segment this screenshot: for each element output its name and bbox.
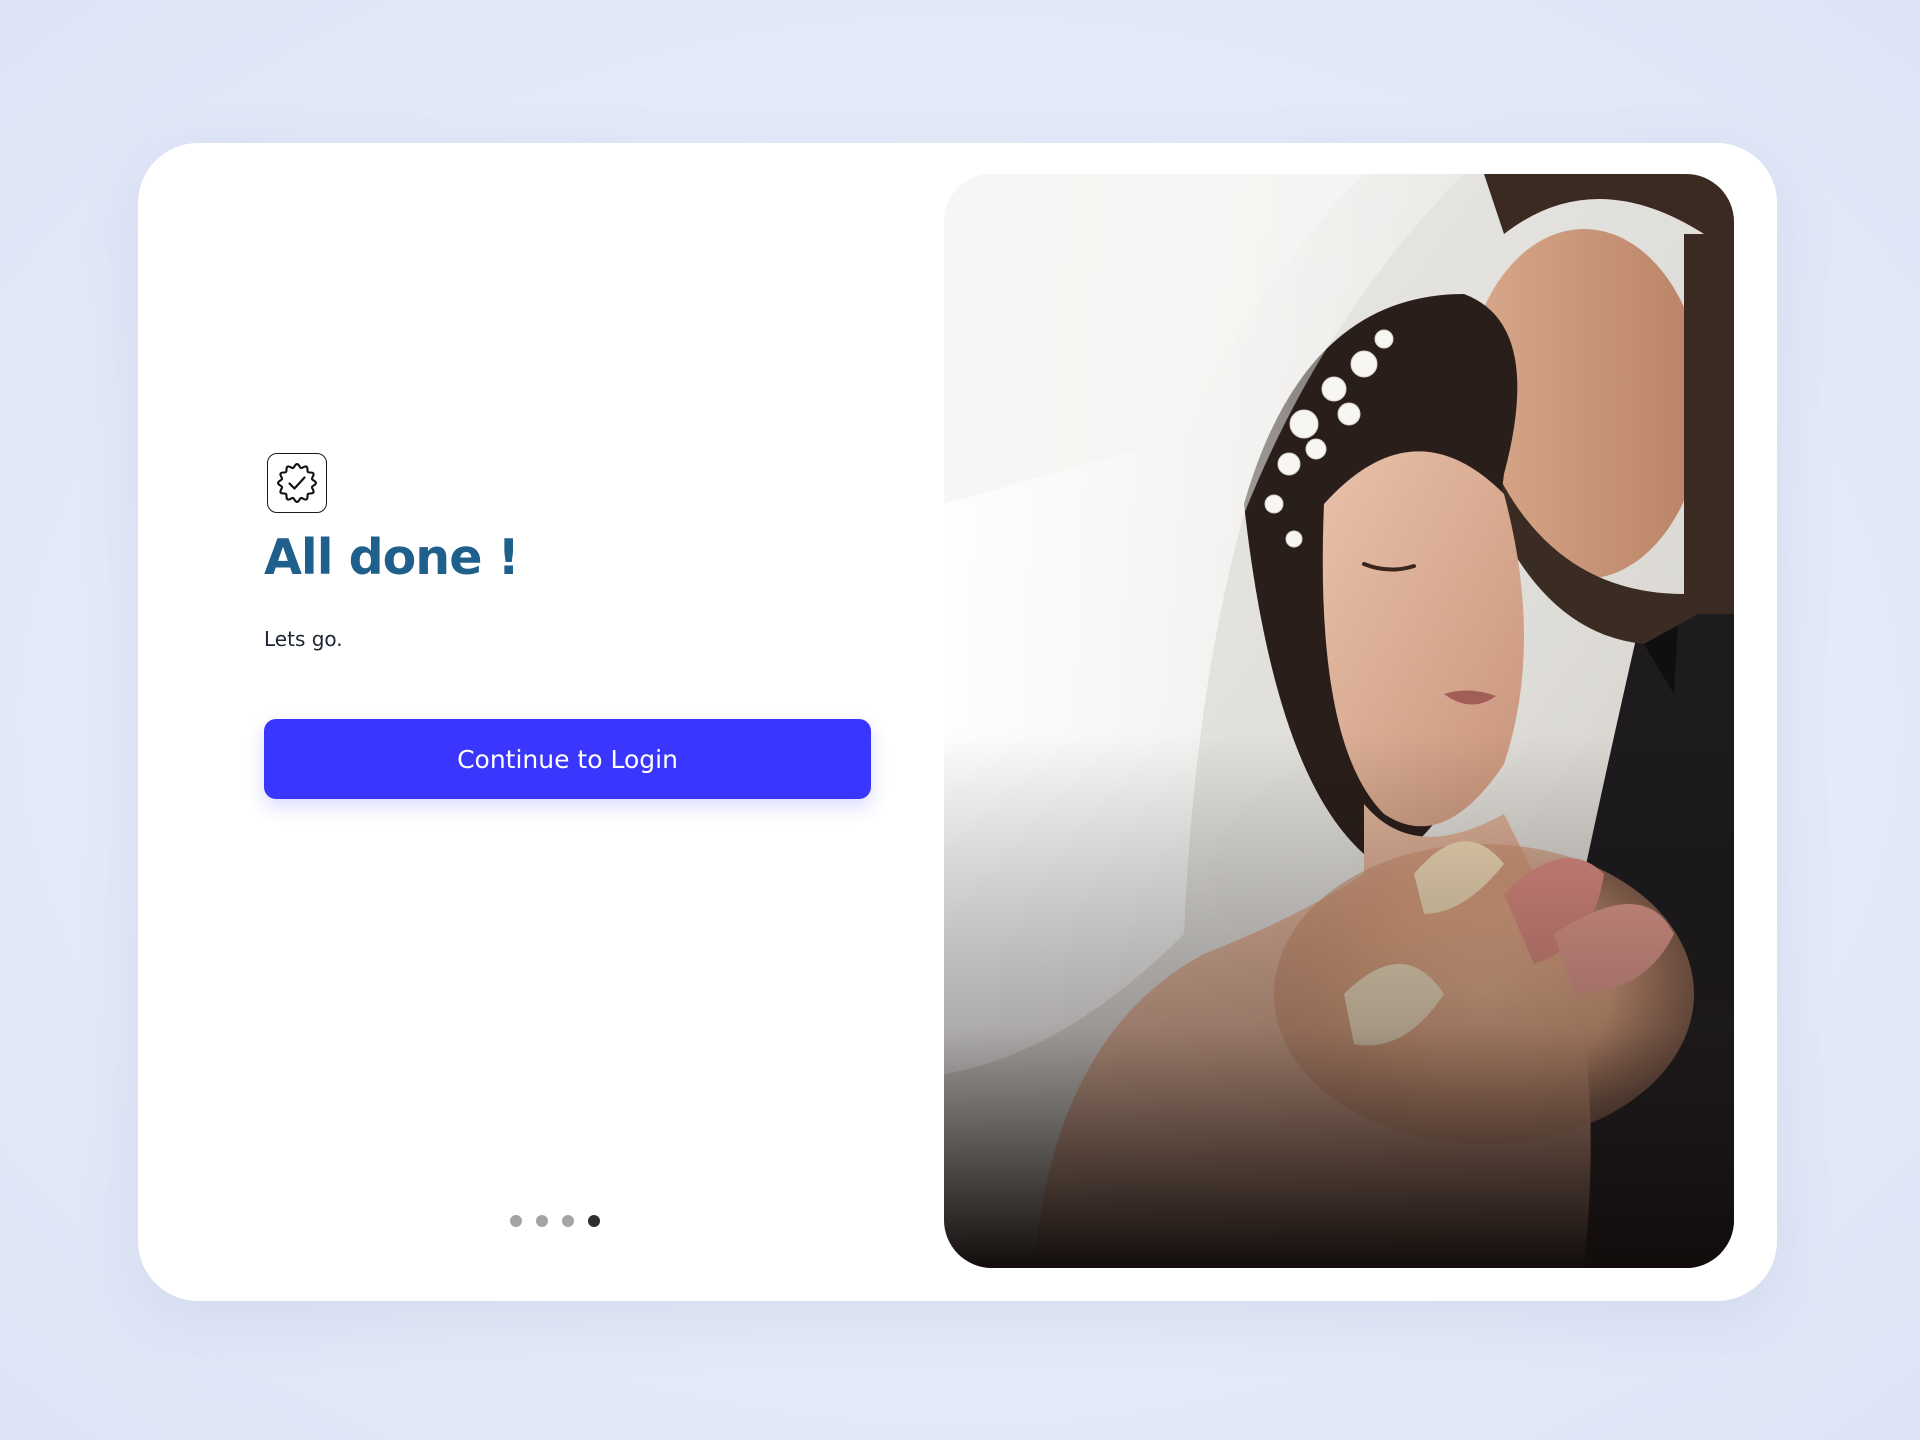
- page-title: All done !: [264, 529, 520, 586]
- couple-photo: [944, 174, 1734, 1268]
- pagination-dots: [510, 1215, 600, 1227]
- page-subtitle: Lets go.: [264, 627, 343, 651]
- completion-panel: All done ! Lets go. Continue to Login: [138, 143, 944, 1301]
- verified-badge-glyph: [276, 462, 318, 504]
- pagination-dot[interactable]: [536, 1215, 548, 1227]
- pagination-dot-active[interactable]: [588, 1215, 600, 1227]
- couple-photo-illustration: [944, 174, 1734, 1268]
- pagination-dot[interactable]: [510, 1215, 522, 1227]
- onboarding-card: All done ! Lets go. Continue to Login: [138, 143, 1777, 1301]
- pagination-dot[interactable]: [562, 1215, 574, 1227]
- verified-badge-icon: [267, 453, 327, 513]
- continue-to-login-button[interactable]: Continue to Login: [264, 719, 871, 799]
